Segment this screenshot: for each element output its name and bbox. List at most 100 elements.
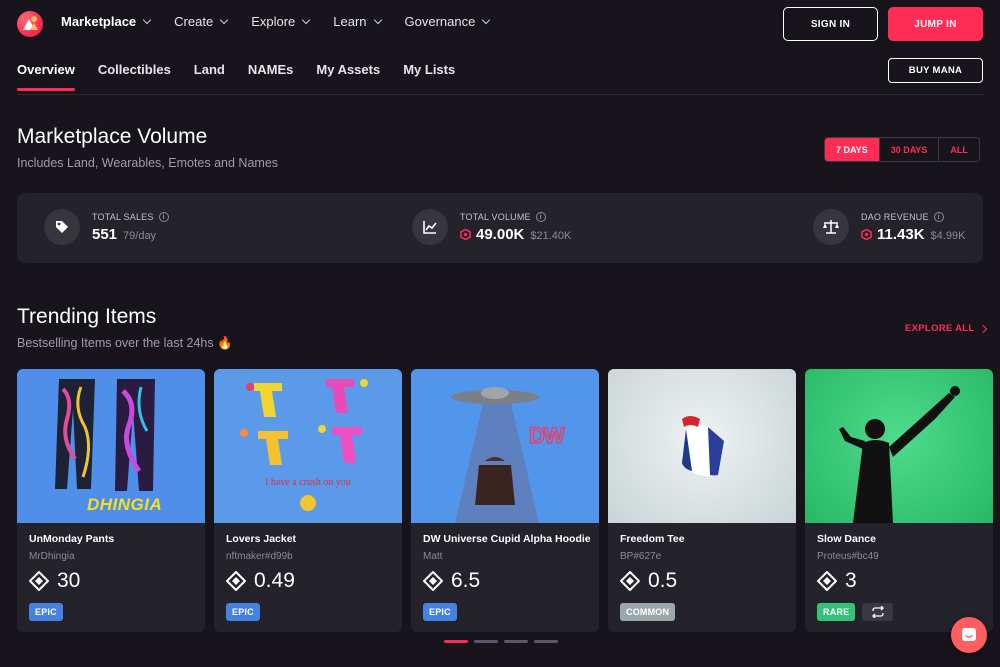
stat-total-volume: TOTAL VOLUME i 49.00K $21.40K: [412, 209, 571, 245]
rarity-badge: EPIC: [29, 603, 63, 621]
carousel-dot[interactable]: [504, 640, 528, 643]
tab-overview[interactable]: Overview: [17, 62, 75, 91]
nav-learn[interactable]: Learn: [333, 14, 382, 29]
stat-secondary: $21.40K: [530, 229, 572, 242]
scale-icon: [813, 209, 849, 245]
carousel-dot[interactable]: [444, 640, 468, 643]
info-icon[interactable]: i: [535, 211, 546, 222]
nav-marketplace[interactable]: Marketplace: [61, 14, 152, 29]
range-30-days[interactable]: 30 DAYS: [880, 138, 940, 161]
range-7-days[interactable]: 7 DAYS: [825, 138, 880, 161]
item-name: Slow Dance: [817, 533, 876, 545]
item-creator: Proteus#bc49: [817, 551, 879, 562]
mana-icon: [460, 228, 471, 240]
item-name: DW Universe Cupid Alpha Hoodie: [423, 533, 591, 545]
chevron-down-icon: [302, 15, 311, 24]
range-all[interactable]: ALL: [939, 138, 979, 161]
info-icon[interactable]: i: [158, 211, 169, 222]
stat-secondary: $4.99K: [930, 229, 966, 242]
item-price: 0.5: [620, 569, 677, 593]
carousel-dot[interactable]: [534, 640, 558, 643]
stat-value: 49.00K: [476, 225, 525, 243]
heart-eyes-emoji: [300, 495, 316, 511]
item-thumbnail: [608, 369, 796, 523]
chevron-down-icon: [219, 15, 229, 24]
nav-explore[interactable]: Explore: [251, 14, 311, 29]
item-price: 30: [29, 569, 80, 593]
item-price: 6.5: [423, 569, 480, 593]
chart-icon: [412, 209, 448, 245]
loop-icon: [862, 603, 894, 621]
tab-my-assets[interactable]: My Assets: [316, 62, 380, 91]
decentraland-logo[interactable]: [17, 11, 43, 37]
item-price: 3: [817, 569, 857, 593]
item-creator: Matt: [423, 551, 443, 562]
item-creator: MrDhingia: [29, 551, 75, 562]
chevron-down-icon: [142, 15, 152, 24]
jump-in-button[interactable]: JUMP IN: [888, 7, 983, 41]
tabs-divider: [17, 94, 983, 95]
item-creator: nftmaker#d99b: [226, 551, 293, 562]
top-navigation-bar: Marketplace Create Explore Learn Governa…: [0, 0, 1000, 46]
tab-names[interactable]: NAMEs: [248, 62, 294, 91]
stat-label: DAO REVENUE: [861, 211, 929, 222]
item-card[interactable]: Slow Dance Proteus#bc49 3 RARE: [805, 369, 993, 632]
mana-icon: [620, 571, 640, 591]
item-price: 0.49: [226, 569, 295, 593]
item-thumbnail: [805, 369, 993, 523]
mana-icon: [817, 571, 837, 591]
explore-all-link[interactable]: EXPLORE ALL: [905, 323, 988, 334]
stat-label: TOTAL VOLUME: [460, 211, 531, 222]
marketplace-tabs: Overview Collectibles Land NAMEs My Asse…: [17, 62, 478, 91]
chevron-right-icon: [979, 324, 988, 333]
rarity-badge: EPIC: [226, 603, 260, 621]
item-card[interactable]: I have a crush on you Lovers Jacket nftm…: [214, 369, 402, 632]
item-thumbnail: DHINGIA: [17, 369, 205, 523]
item-name: UnMonday Pants: [29, 533, 115, 545]
item-creator: BP#627e: [620, 551, 662, 562]
main-nav: Marketplace Create Explore Learn Governa…: [61, 14, 513, 29]
mana-icon: [29, 571, 49, 591]
stat-value: 551: [92, 225, 118, 243]
carousel-pagination: [444, 640, 558, 643]
mana-icon: [226, 571, 246, 591]
stat-dao-revenue: DAO REVENUE i 11.43K $4.99K: [813, 209, 965, 245]
tab-my-lists[interactable]: My Lists: [403, 62, 455, 91]
volume-stats-panel: TOTAL SALES i 551 79/day TOTAL VOLUME i 49.…: [17, 193, 983, 263]
nav-create[interactable]: Create: [174, 14, 229, 29]
trending-subtitle: Bestselling Items over the last 24hs 🔥: [17, 336, 233, 350]
thumbnail-label: DW: [528, 422, 565, 449]
tab-collectibles[interactable]: Collectibles: [98, 62, 171, 91]
item-card[interactable]: DW DW Universe Cupid Alpha Hoodie Matt 6…: [411, 369, 599, 632]
rarity-badge: RARE: [817, 603, 856, 621]
rarity-badge: COMMON: [620, 603, 676, 621]
stat-total-sales: TOTAL SALES i 551 79/day: [44, 209, 169, 245]
item-card[interactable]: Freedom Tee BP#627e 0.5 COMMON: [608, 369, 796, 632]
buy-mana-button[interactable]: BUY MANA: [888, 58, 983, 83]
item-thumbnail: I have a crush on you: [214, 369, 402, 523]
trending-items-list: DHINGIA UnMonday Pants MrDhingia 30 EPIC…: [17, 369, 993, 632]
stat-secondary: 79/day: [123, 229, 157, 242]
chat-icon: [962, 628, 976, 641]
volume-title: Marketplace Volume: [17, 125, 208, 148]
rarity-badge: EPIC: [423, 603, 457, 621]
tab-land[interactable]: Land: [194, 62, 225, 91]
thumbnail-label: I have a crush on you: [265, 477, 351, 488]
stat-value: 11.43K: [877, 225, 925, 243]
sign-in-button[interactable]: SIGN IN: [783, 7, 878, 41]
chevron-down-icon: [482, 15, 491, 24]
chevron-down-icon: [373, 15, 382, 24]
volume-subtitle: Includes Land, Wearables, Emotes and Nam…: [17, 156, 279, 170]
item-name: Lovers Jacket: [226, 533, 297, 545]
range-selector: 7 DAYS 30 DAYS ALL: [824, 137, 980, 162]
info-icon[interactable]: i: [933, 211, 944, 222]
item-card[interactable]: DHINGIA UnMonday Pants MrDhingia 30 EPIC: [17, 369, 205, 632]
tag-icon: [44, 209, 80, 245]
nav-governance[interactable]: Governance: [405, 14, 491, 29]
mana-icon: [861, 228, 872, 240]
carousel-dot[interactable]: [474, 640, 498, 643]
thumbnail-label: DHINGIA: [87, 495, 163, 514]
chat-support-button[interactable]: [951, 617, 987, 653]
mana-icon: [423, 571, 443, 591]
item-name: Freedom Tee: [620, 533, 685, 545]
